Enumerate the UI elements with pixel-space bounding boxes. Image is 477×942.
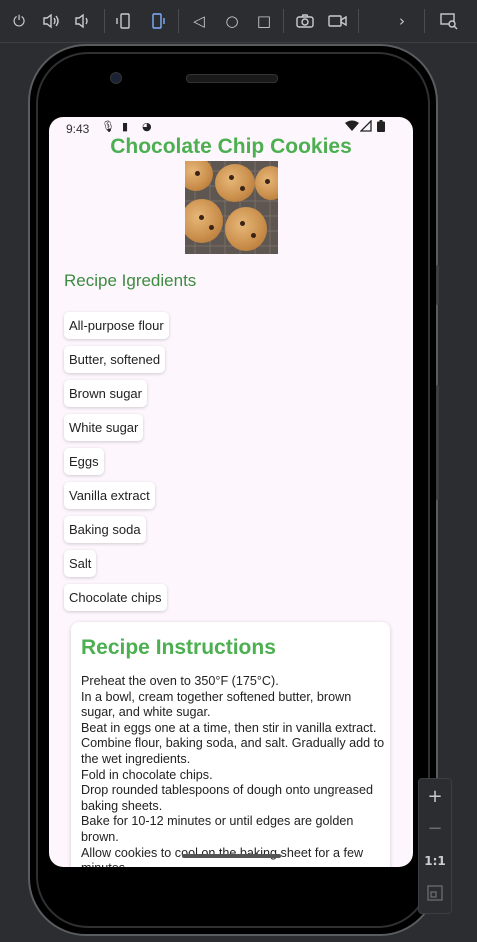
earpiece-speaker [186,74,278,83]
zoom-panel: + − 1:1 [418,778,452,914]
page-title: Chocolate Chip Cookies [110,135,352,158]
zoom-actual-size-button[interactable]: 1:1 [419,846,451,876]
zoom-out-button[interactable]: − [419,813,451,843]
mic-icon: 🎙︎ [101,120,115,133]
home-icon[interactable]: ○ [220,9,244,33]
instructions-list: Preheat the oven to 350°F (175°C). In a … [81,674,386,867]
front-camera [110,72,122,84]
status-time: 9:43 [66,122,90,136]
ingredient-chip[interactable]: Chocolate chips [64,584,167,611]
volume-rocker [436,385,439,500]
side-button [436,265,439,305]
zoom-in-button[interactable]: + [419,781,451,811]
instruction-step: Fold in chocolate chips. [81,767,213,782]
instruction-step: Preheat the oven to 350°F (175°C). [81,674,279,688]
ingredient-chip[interactable]: Salt [64,550,97,577]
signal-icon [359,119,372,135]
ingredient-chip[interactable]: Baking soda [64,516,146,543]
fit-screen-icon[interactable] [419,878,451,908]
volume-up-icon[interactable] [39,9,63,33]
rotate-right-icon[interactable] [146,9,170,33]
instruction-step: Combine flour, baking soda, and salt. Gr… [81,736,385,766]
camera-icon[interactable] [293,9,317,33]
inspect-icon[interactable] [437,9,461,33]
back-icon[interactable]: ◁ [187,9,211,33]
battery-icon [377,120,385,135]
ingredient-chip[interactable]: Butter, softened [64,346,166,373]
sync-icon: ◕ [142,120,152,133]
sd-card-icon: ▮ [122,120,129,133]
video-icon[interactable] [326,9,350,33]
instruction-step: Bake for 10-12 minutes or until edges ar… [81,814,354,844]
ingredient-chip[interactable]: Vanilla extract [64,482,155,509]
ingredients-heading: Recipe Igredients [64,271,197,290]
overview-icon[interactable]: □ [252,9,276,33]
rotate-left-icon[interactable] [112,9,136,33]
wifi-icon [345,120,359,135]
gesture-nav-handle[interactable] [182,854,281,858]
emulator-toolbar: ⏻ ◁ ○ □ › [0,0,477,43]
instruction-step: Beat in eggs one at a time, then stir in… [81,720,377,735]
volume-down-icon[interactable] [70,9,94,33]
ingredients-list: All-purpose flour Butter, softened Brown… [64,312,394,618]
instruction-step: Drop rounded tablespoons of dough onto u… [81,783,373,813]
ingredient-chip[interactable]: Brown sugar [64,380,147,407]
instruction-step: In a bowl, cream together softened butte… [81,689,352,720]
power-icon[interactable]: ⏻ [7,9,31,33]
ingredient-chip[interactable]: Eggs [64,448,104,475]
instructions-card: Recipe Instructions Preheat the oven to … [71,622,390,867]
more-icon[interactable]: › [390,9,414,33]
instructions-heading: Recipe Instructions [81,636,276,659]
cookies-image [185,161,278,254]
ingredient-chip[interactable]: All-purpose flour [64,312,169,339]
device-screen: 9:43 🎙︎ ▮ ◕ Chocolate Chip Cookies Recip… [49,117,413,867]
ingredient-chip[interactable]: White sugar [64,414,144,441]
